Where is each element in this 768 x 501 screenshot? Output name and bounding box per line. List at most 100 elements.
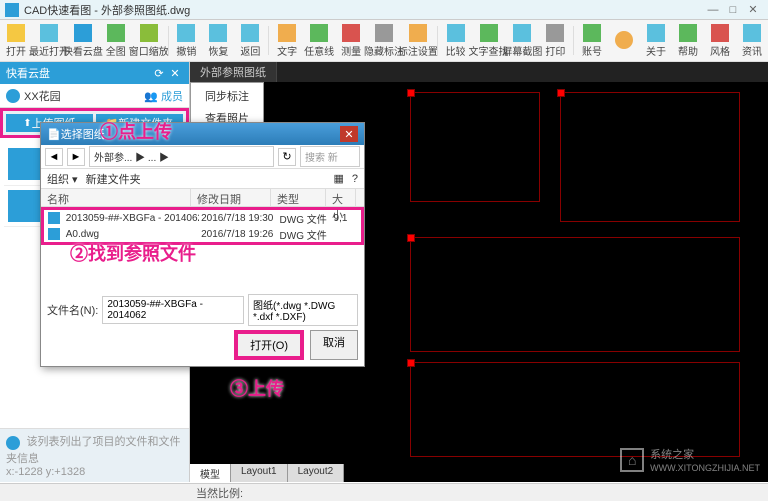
sidebar-header: 快看云盘 ⟳ ✕: [0, 62, 189, 84]
cad-shape: [410, 237, 740, 352]
sidebar-footer: 该列表列出了项目的文件和文件夹信息 x:-1228 y:+1328: [0, 428, 189, 482]
dialog-icon: 📄: [47, 128, 61, 141]
ico-mark-icon: [409, 24, 427, 42]
ico-compare-icon: [447, 24, 465, 42]
toolbar-测量[interactable]: 测量: [335, 22, 367, 59]
ico-undo-icon: [177, 24, 195, 42]
nav-back-icon[interactable]: ◄: [45, 148, 63, 166]
ico-help-icon: [679, 24, 697, 42]
ico-text-icon: [278, 24, 296, 42]
toolbar-窗口缩放[interactable]: 窗口缩放: [132, 22, 166, 59]
toolbar-屏幕截图[interactable]: 屏幕截图: [505, 22, 539, 59]
coords-text: x:-1228 y:+1328: [6, 466, 85, 478]
col-size[interactable]: 大小: [326, 189, 356, 206]
new-folder-btn[interactable]: 新建文件夹: [86, 171, 141, 187]
ico-line-icon: [310, 24, 328, 42]
close-button[interactable]: ✕: [743, 2, 763, 18]
nav-fwd-icon[interactable]: ►: [67, 148, 85, 166]
dialog-bottom: 文件名(N): 2013059-##-XBGFa - 2014062 图纸(*.…: [47, 294, 358, 360]
toolbar-返回[interactable]: 返回: [234, 22, 266, 59]
refresh-icon[interactable]: [6, 436, 20, 450]
toolbar-任意线[interactable]: 任意线: [303, 22, 335, 59]
cad-shape: [560, 92, 740, 222]
sidebar-menu-icon[interactable]: ⟳: [151, 65, 167, 81]
toolbar-资讯[interactable]: 资讯: [736, 22, 768, 59]
layout-tab-2[interactable]: Layout2: [288, 464, 345, 482]
toolbar-文字查找[interactable]: 文字查找: [472, 22, 506, 59]
toolbar-打开[interactable]: 打开: [0, 22, 32, 59]
drawing-tab[interactable]: 外部参照图纸: [190, 62, 277, 82]
ico-style-icon: [711, 24, 729, 42]
annotation-1: ①点上传: [100, 118, 172, 144]
filename-label: 文件名(N):: [47, 302, 98, 318]
status-bar: 当然比例:: [0, 483, 768, 501]
list-header: 名称 修改日期 类型 大小: [41, 189, 364, 207]
dwg-file-icon: [48, 212, 60, 224]
layout-tabs: 模型 Layout1 Layout2: [190, 464, 344, 482]
toolbar-恢复[interactable]: 恢复: [202, 22, 234, 59]
open-button[interactable]: 打开(O): [234, 330, 304, 360]
col-date[interactable]: 修改日期: [191, 189, 271, 206]
ico-open-icon: [7, 24, 25, 42]
refresh-icon[interactable]: ↻: [278, 148, 296, 166]
main-toolbar: 打开最近打开快看云盘全图窗口缩放撤销恢复返回文字任意线测量隐藏标注标注设置比较文…: [0, 20, 768, 62]
project-icon: [6, 89, 20, 103]
view-icon[interactable]: ▦: [333, 172, 343, 185]
toolbar-标注设置[interactable]: 标注设置: [401, 22, 435, 59]
toolbar-关于[interactable]: 关于: [640, 22, 672, 59]
toolbar-账号[interactable]: 账号: [576, 22, 608, 59]
ico-recent-icon: [40, 24, 58, 42]
filename-input[interactable]: 2013059-##-XBGFa - 2014062: [102, 296, 244, 324]
toolbar-vip[interactable]: [608, 22, 640, 59]
toolbar-帮助[interactable]: 帮助: [672, 22, 704, 59]
dialog-nav: ◄ ► 外部参... ▶ ... ▶ ↻ 搜索 新: [41, 145, 364, 169]
ico-measure-icon: [342, 24, 360, 42]
annotation-2: ②找到参照文件: [70, 240, 196, 266]
toolbar-最近打开[interactable]: 最近打开: [32, 22, 66, 59]
watermark-url: WWW.XITONGZHIJIA.NET: [650, 463, 760, 473]
ico-full-icon: [107, 24, 125, 42]
project-name: XX花园: [24, 88, 144, 104]
organize-menu[interactable]: 组织 ▾: [47, 171, 78, 187]
project-row[interactable]: XX花园 👥 成员: [0, 84, 189, 108]
ico-screen-icon: [513, 24, 531, 42]
ico-window-icon: [140, 24, 158, 42]
ico-print-icon: [546, 24, 564, 42]
ico-cloud-icon: [74, 24, 92, 42]
maximize-button[interactable]: □: [723, 2, 743, 18]
file-thumb-icon: [8, 148, 40, 180]
ico-hide-icon: [375, 24, 393, 42]
ico-about-icon: [647, 24, 665, 42]
filetype-select[interactable]: 图纸(*.dwg *.DWG *.dxf *.DXF): [248, 294, 358, 326]
path-breadcrumb[interactable]: 外部参... ▶ ... ▶: [89, 146, 274, 167]
file-row[interactable]: 2013059-##-XBGFa - 20140623.dwg 2016/7/1…: [44, 210, 361, 226]
toolbar-隐藏标注[interactable]: 隐藏标注: [367, 22, 401, 59]
toolbar-全图[interactable]: 全图: [100, 22, 132, 59]
member-link[interactable]: 👥 成员: [144, 88, 183, 104]
minimize-button[interactable]: —: [703, 2, 723, 18]
toolbar-打印[interactable]: 打印: [539, 22, 571, 59]
layout-tab-model[interactable]: 模型: [190, 464, 231, 482]
help-icon[interactable]: ?: [352, 173, 358, 185]
watermark: ⌂ 系统之家 WWW.XITONGZHIJIA.NET: [620, 446, 760, 474]
toolbar-快看云盘[interactable]: 快看云盘: [66, 22, 100, 59]
ico-textfind-icon: [480, 24, 498, 42]
file-thumb-icon: [8, 190, 40, 222]
toolbar-撤销[interactable]: 撤销: [170, 22, 202, 59]
ico-redo-icon: [209, 24, 227, 42]
ratio-label: 当然比例:: [196, 485, 243, 501]
search-input[interactable]: 搜索 新: [300, 146, 360, 167]
footer-text: 该列表列出了项目的文件和文件夹信息: [6, 436, 181, 465]
col-name[interactable]: 名称: [41, 189, 191, 206]
sidebar-close-icon[interactable]: ✕: [167, 65, 183, 81]
ico-vip-icon: [615, 31, 633, 49]
toolbar-比较[interactable]: 比较: [440, 22, 472, 59]
dialog-close-button[interactable]: ✕: [340, 126, 358, 142]
toolbar-风格[interactable]: 风格: [704, 22, 736, 59]
cancel-button[interactable]: 取消: [310, 330, 358, 360]
ctx-sync-annotation[interactable]: 同步标注: [191, 85, 263, 107]
layout-tab-1[interactable]: Layout1: [231, 464, 288, 482]
toolbar-文字[interactable]: 文字: [271, 22, 303, 59]
col-type[interactable]: 类型: [271, 189, 326, 206]
cad-shape: [410, 92, 540, 202]
